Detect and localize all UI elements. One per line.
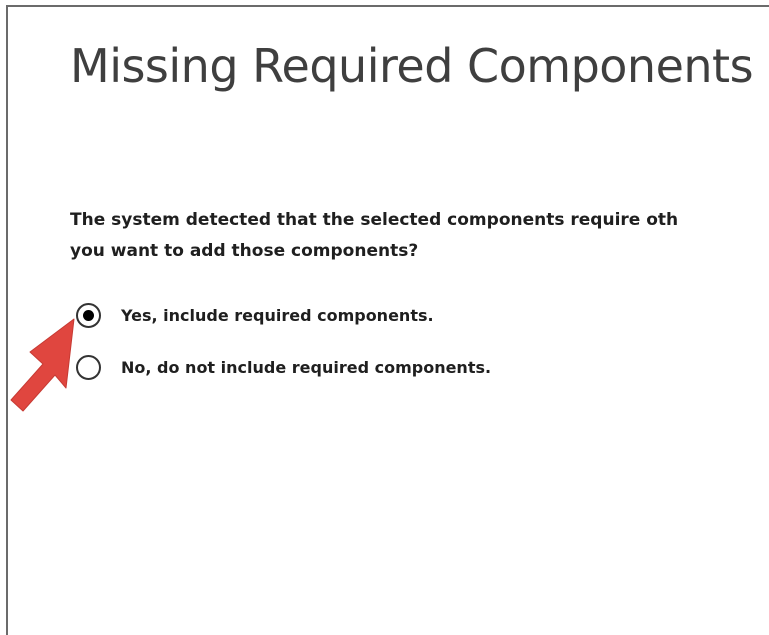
window-frame-top [6, 5, 769, 7]
option-no-label[interactable]: No, do not include required components. [121, 358, 491, 377]
page-title: Missing Required Components [70, 39, 754, 93]
missing-components-dialog: Missing Required Components The system d… [0, 0, 769, 635]
option-no-include[interactable]: No, do not include required components. [76, 355, 491, 380]
arrow-shape [10, 318, 75, 412]
option-yes-include[interactable]: Yes, include required components. [76, 303, 434, 328]
option-yes-label[interactable]: Yes, include required components. [121, 306, 434, 325]
question-line-1: The system detected that the selected co… [70, 210, 679, 230]
red-pointer-arrow-icon [10, 318, 75, 412]
question-line-2: you want to add those components? [70, 241, 419, 261]
question-text: The system detected that the selected co… [70, 205, 769, 267]
